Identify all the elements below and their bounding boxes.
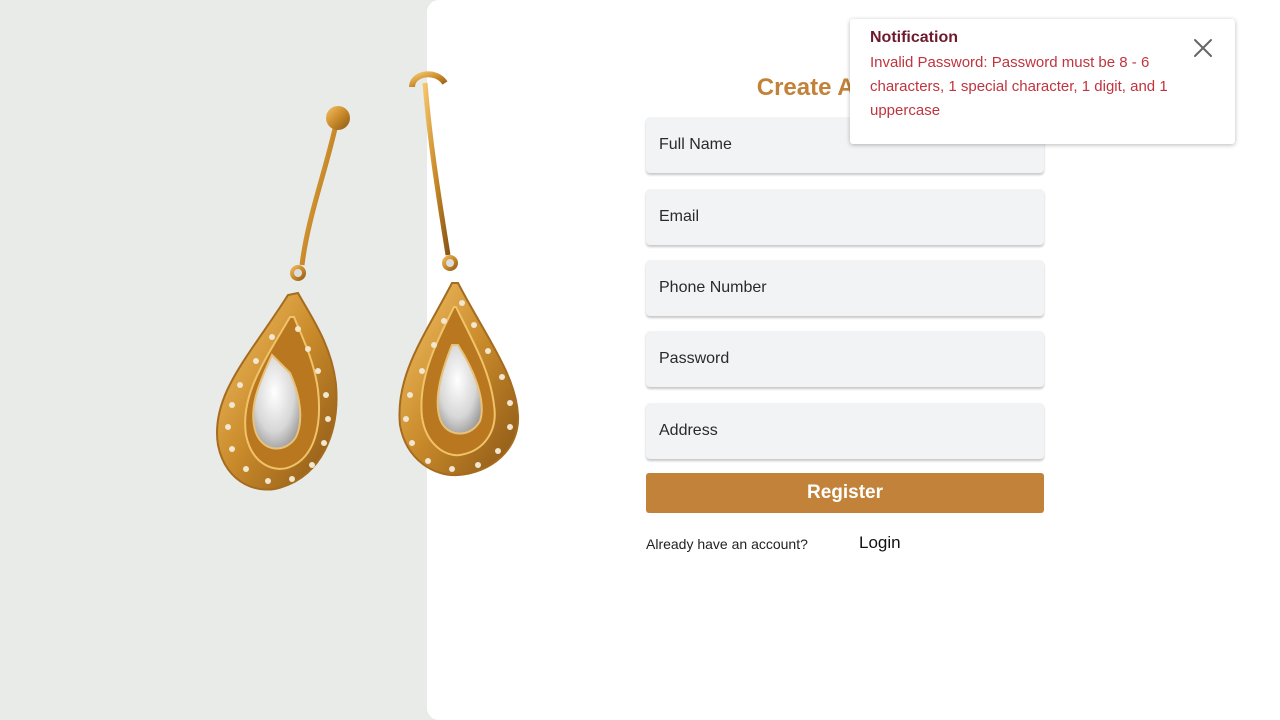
register-button[interactable]: Register xyxy=(646,473,1044,513)
notification-message: Invalid Password: Password must be 8 - 6… xyxy=(870,54,1168,119)
phone-number-input[interactable] xyxy=(646,260,1044,316)
register-page: Create Account Register Already have an … xyxy=(0,0,1280,720)
notification-title: Notification xyxy=(870,29,958,46)
earrings-image xyxy=(216,71,520,491)
already-have-account-text: Already have an account? xyxy=(646,536,808,552)
address-input[interactable] xyxy=(646,403,1044,459)
close-icon[interactable] xyxy=(1191,36,1215,60)
left-earring xyxy=(216,106,350,491)
password-input[interactable] xyxy=(646,331,1044,387)
email-input[interactable] xyxy=(646,189,1044,245)
right-earring xyxy=(398,71,520,477)
notification-toast: Notification Invalid Password: Password … xyxy=(850,19,1235,144)
login-link[interactable]: Login xyxy=(859,533,901,553)
